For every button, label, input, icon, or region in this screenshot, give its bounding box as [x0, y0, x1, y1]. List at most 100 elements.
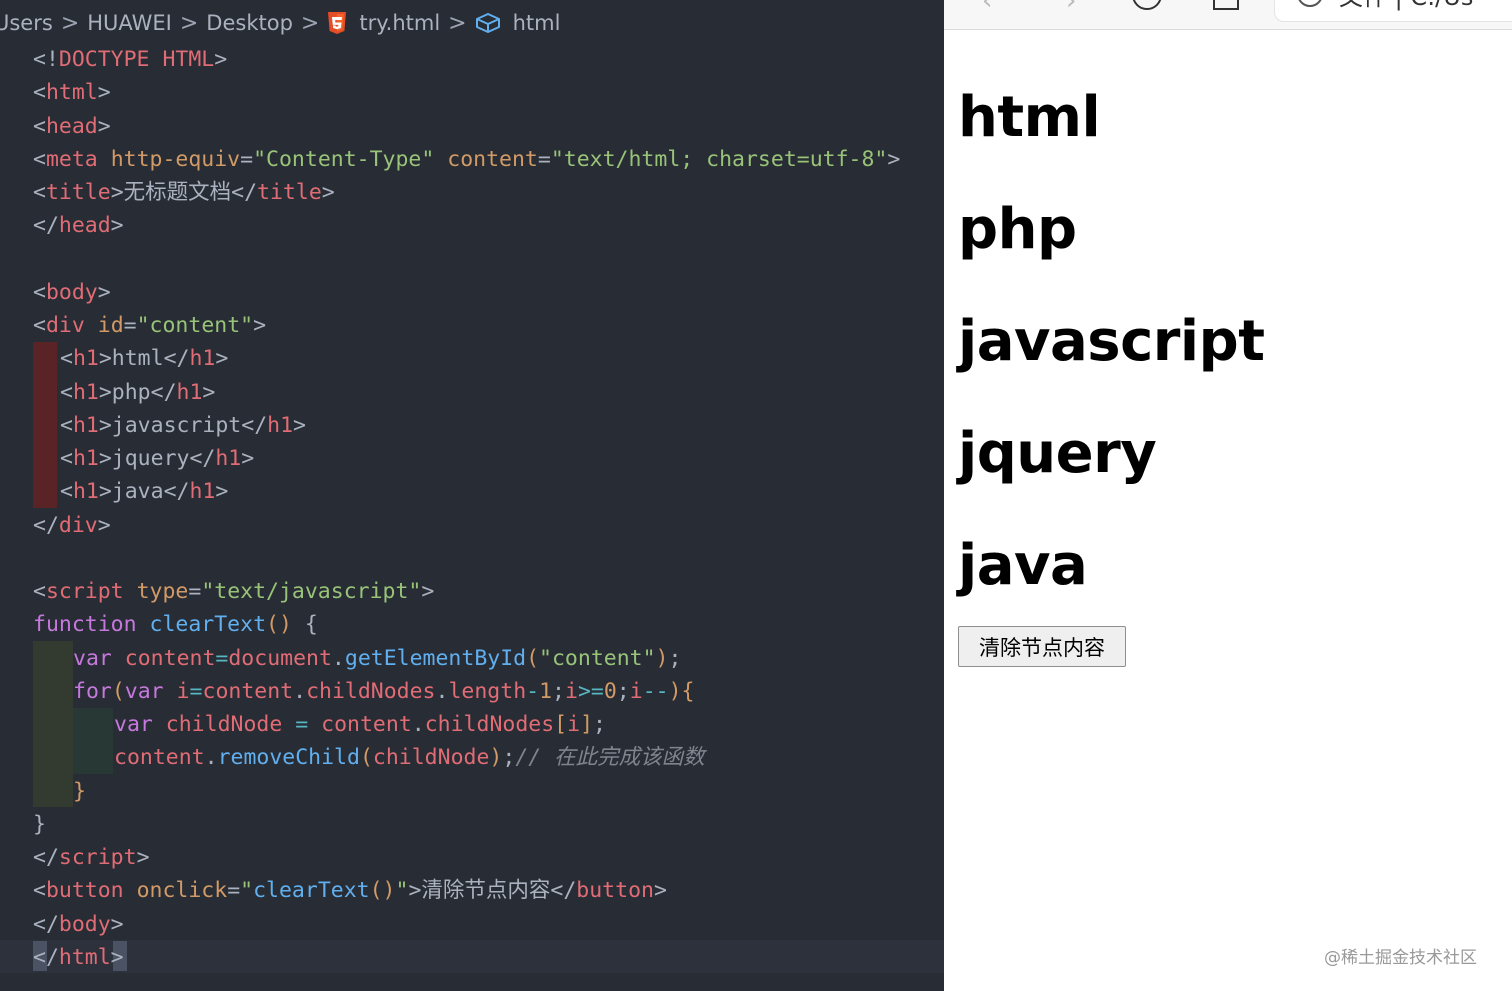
- code-line[interactable]: <h1>php</h1>: [0, 376, 944, 409]
- code-token: {: [681, 678, 695, 704]
- code-line[interactable]: function clearText() {: [0, 608, 944, 641]
- code-token: </: [150, 379, 177, 405]
- code-line[interactable]: <button onclick="clearText()">清除节点内容</bu…: [0, 874, 944, 907]
- code-token: .: [293, 678, 307, 704]
- code-token: length: [448, 678, 527, 704]
- code-token: html: [45, 80, 98, 106]
- code-line[interactable]: <h1>html</h1>: [0, 342, 944, 375]
- code-line[interactable]: for(var i=content.childNodes.length-1;i>…: [0, 675, 944, 708]
- code-token: childNodes: [424, 712, 555, 737]
- code-token: </: [189, 446, 216, 471]
- code-line[interactable]: <title>无标题文档</title>: [0, 176, 944, 209]
- code-token: <: [60, 379, 73, 405]
- code-token: id: [97, 313, 124, 338]
- browser-toolbar: ‹ › 文件 | C:/Us: [944, 0, 1512, 30]
- code-line[interactable]: </head>: [0, 209, 944, 242]
- code-line[interactable]: content.removeChild(childNode);// 在此完成该函…: [0, 741, 944, 774]
- code-token: </: [33, 512, 59, 538]
- breadcrumb-separator: >: [179, 10, 199, 36]
- code-token: // 在此完成该函数: [515, 745, 705, 771]
- code-line[interactable]: [0, 243, 944, 276]
- code-token: html: [111, 346, 164, 372]
- breadcrumb-item-file[interactable]: try.html: [359, 11, 440, 35]
- code-line-text: <button onclick="clearText()">清除节点内容</bu…: [33, 874, 667, 907]
- code-line[interactable]: <h1>javascript</h1>: [0, 409, 944, 442]
- code-line[interactable]: <body>: [0, 276, 944, 309]
- code-token: <: [33, 279, 46, 305]
- code-token: -: [526, 678, 540, 704]
- code-line[interactable]: }: [0, 775, 944, 808]
- breadcrumb-item-desktop[interactable]: Desktop: [206, 11, 293, 35]
- code-editor[interactable]: Users > HUAWEI > Desktop > try.html > ht…: [0, 0, 944, 991]
- code-line[interactable]: <head>: [0, 110, 944, 143]
- code-token: >: [98, 412, 112, 438]
- code-token: >: [110, 911, 124, 937]
- code-token: 1: [539, 678, 553, 704]
- code-token: =: [240, 146, 254, 172]
- code-token: </: [163, 346, 190, 372]
- code-line[interactable]: var childNode = content.childNodes[i];: [0, 708, 944, 741]
- code-line[interactable]: }: [0, 808, 944, 841]
- refresh-icon[interactable]: [1132, 0, 1162, 10]
- code-token: "text/javascript": [201, 579, 422, 604]
- code-line[interactable]: </script>: [0, 841, 944, 874]
- code-token: childNode: [372, 745, 490, 771]
- code-area[interactable]: <!DOCTYPE HTML> <html> <head> <meta http-eq…: [0, 43, 944, 974]
- code-token: <: [60, 446, 73, 471]
- code-line[interactable]: [0, 542, 944, 575]
- code-token: i: [567, 712, 581, 737]
- code-token: content: [202, 678, 294, 704]
- breadcrumb-item-huawei[interactable]: HUAWEI: [87, 11, 172, 35]
- code-token: >: [421, 579, 435, 604]
- code-token: </: [163, 479, 190, 505]
- code-line[interactable]: <h1>java</h1>: [0, 475, 944, 508]
- code-token: h1: [215, 446, 242, 471]
- clear-nodes-button[interactable]: 清除节点内容: [958, 626, 1126, 667]
- code-token: </: [33, 845, 59, 870]
- address-bar[interactable]: 文件 | C:/Us: [1274, 0, 1512, 22]
- code-token: div: [45, 313, 85, 338]
- code-token: >: [214, 47, 228, 72]
- code-token: >: [97, 80, 111, 106]
- forward-icon[interactable]: ›: [1066, 0, 1076, 16]
- code-line[interactable]: </html>: [0, 941, 944, 974]
- code-token: ;: [593, 712, 606, 737]
- code-token: >: [136, 845, 150, 870]
- code-line[interactable]: <div id="content">: [0, 309, 944, 342]
- code-token: ): [655, 645, 669, 671]
- heading-html: html: [958, 85, 1101, 150]
- code-line-text: <h1>php</h1>: [60, 376, 215, 409]
- code-token: >: [202, 379, 216, 405]
- breadcrumb-item-symbol[interactable]: html: [513, 11, 561, 35]
- code-token: h1: [72, 446, 99, 471]
- code-line[interactable]: <h1>jquery</h1>: [0, 442, 944, 475]
- code-token: button: [45, 878, 124, 904]
- code-line[interactable]: <meta http-equiv="Content-Type" content=…: [0, 143, 944, 176]
- breadcrumb-item-users[interactable]: Users: [0, 11, 53, 35]
- code-line[interactable]: </body>: [0, 908, 944, 941]
- code-token: content: [124, 645, 216, 671]
- code-token: "content": [136, 313, 254, 338]
- code-token: >: [215, 479, 229, 505]
- code-token: <: [33, 113, 46, 139]
- code-line[interactable]: </div>: [0, 509, 944, 542]
- info-icon[interactable]: [1297, 0, 1323, 7]
- tab-actions-icon[interactable]: [1213, 0, 1239, 10]
- code-line[interactable]: <script type="text/javascript">: [0, 575, 944, 608]
- code-token: type: [136, 579, 189, 604]
- code-line[interactable]: <!DOCTYPE HTML>: [0, 43, 944, 76]
- code-token: http-equiv: [110, 146, 241, 172]
- code-token: ": [240, 878, 254, 904]
- code-line-text: </script>: [33, 841, 150, 874]
- code-line[interactable]: var content=document.getElementById("con…: [0, 642, 944, 675]
- code-token: >: [110, 213, 124, 239]
- code-token: java: [111, 479, 164, 505]
- heading-javascript: javascript: [958, 309, 1265, 374]
- code-token: =: [295, 712, 309, 737]
- code-line-text: <title>无标题文档</title>: [33, 176, 335, 209]
- code-line-text: <!DOCTYPE HTML>: [33, 43, 227, 76]
- back-icon[interactable]: ‹: [982, 0, 992, 16]
- code-line[interactable]: <html>: [0, 76, 944, 109]
